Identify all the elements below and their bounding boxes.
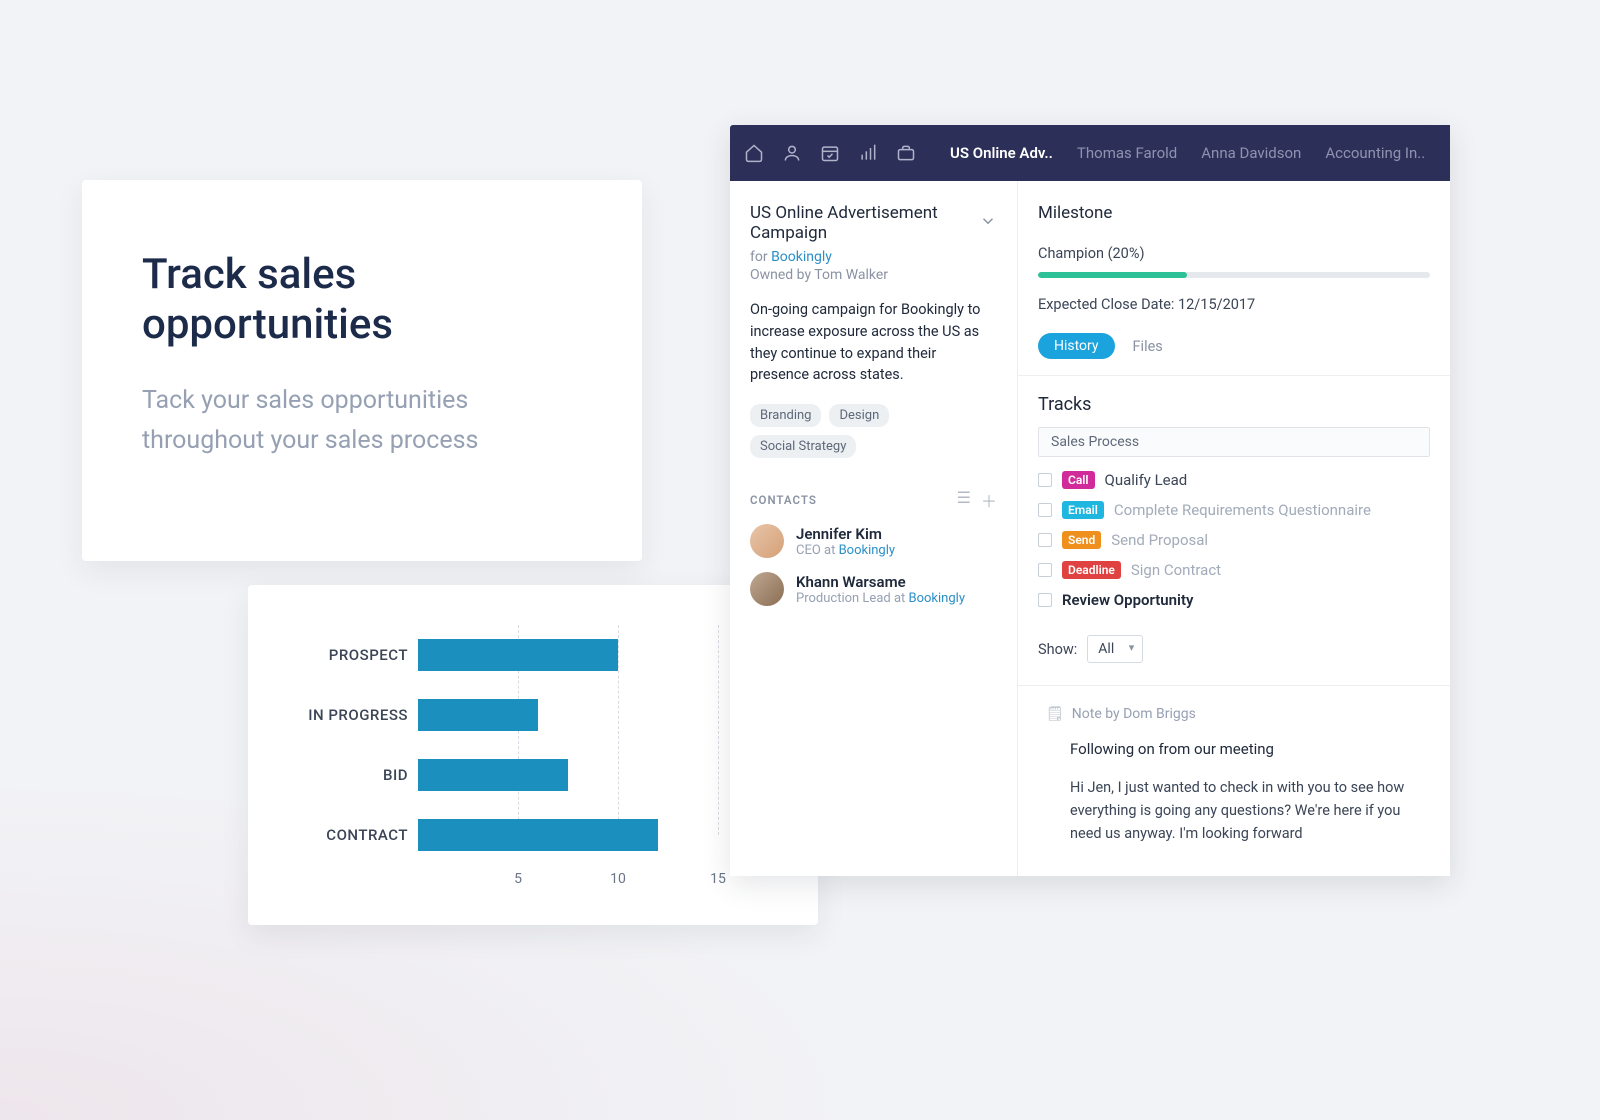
breadcrumb-item[interactable]: US Online Adv.. bbox=[950, 144, 1053, 162]
chart-tick-label: 15 bbox=[710, 871, 726, 887]
tracks-heading: Tracks bbox=[1038, 394, 1430, 415]
calendar-icon[interactable] bbox=[820, 143, 840, 163]
briefcase-icon[interactable] bbox=[896, 143, 916, 163]
avatar[interactable] bbox=[750, 524, 784, 558]
task-badge: Call bbox=[1062, 471, 1095, 489]
campaign-tag[interactable]: Branding bbox=[750, 404, 821, 427]
contact-row: Jennifer Kim CEO at Bookingly bbox=[750, 524, 997, 558]
company-link[interactable]: Bookingly bbox=[771, 249, 832, 265]
home-icon[interactable] bbox=[744, 143, 764, 163]
chart-icon[interactable] bbox=[858, 143, 878, 163]
hero-subtitle: Tack your sales opportunities throughout… bbox=[142, 381, 582, 461]
chart-category-label: IN PROGRESS bbox=[268, 706, 408, 724]
chevron-down-icon[interactable] bbox=[979, 212, 997, 234]
task-text[interactable]: Send Proposal bbox=[1111, 531, 1208, 549]
campaign-tag[interactable]: Social Strategy bbox=[750, 435, 856, 458]
task-text[interactable]: Sign Contract bbox=[1131, 561, 1221, 579]
breadcrumb-item[interactable]: Branding an bbox=[1449, 144, 1450, 162]
contact-name[interactable]: Jennifer Kim bbox=[796, 525, 895, 543]
contact-row: Khann Warsame Production Lead at Booking… bbox=[750, 572, 997, 606]
note-author: Note by Dom Briggs bbox=[1072, 706, 1196, 722]
campaign-description: On-going campaign for Bookingly to incre… bbox=[750, 299, 997, 386]
task-row: Review Opportunity bbox=[1038, 591, 1430, 609]
progress-bar bbox=[1038, 272, 1430, 278]
campaign-for: for Bookingly bbox=[750, 249, 997, 265]
avatar[interactable] bbox=[750, 572, 784, 606]
chart-category-label: CONTRACT bbox=[268, 826, 408, 844]
campaign-sidebar: US Online Advertisement Campaign for Boo… bbox=[730, 181, 1018, 876]
task-text[interactable]: Review Opportunity bbox=[1062, 591, 1193, 609]
milestone-heading: Milestone bbox=[1038, 203, 1430, 223]
task-row: Email Complete Requirements Questionnair… bbox=[1038, 501, 1430, 519]
task-badge: Deadline bbox=[1062, 561, 1121, 579]
campaign-title: US Online Advertisement Campaign bbox=[750, 203, 971, 243]
note-body: Hi Jen, I just wanted to check in with y… bbox=[1046, 776, 1430, 846]
contact-name[interactable]: Khann Warsame bbox=[796, 573, 965, 591]
hero-card: Track sales opportunities Tack your sale… bbox=[82, 180, 642, 561]
task-text[interactable]: Qualify Lead bbox=[1105, 471, 1188, 489]
task-checkbox[interactable] bbox=[1038, 533, 1052, 547]
task-row: Call Qualify Lead bbox=[1038, 471, 1430, 489]
add-contact-icon[interactable]: ＋ bbox=[981, 488, 997, 512]
chart-bar bbox=[418, 819, 658, 851]
list-icon[interactable]: ☰ bbox=[957, 488, 971, 512]
contact-role: CEO at Bookingly bbox=[796, 543, 895, 558]
chart-tick-label: 10 bbox=[610, 871, 626, 887]
chart-bar bbox=[418, 699, 538, 731]
chart-category-label: BID bbox=[268, 766, 408, 784]
breadcrumb-item[interactable]: Thomas Farold bbox=[1077, 144, 1177, 162]
show-filter-select[interactable]: All bbox=[1087, 635, 1143, 663]
crm-app-window: US Online Adv.. Thomas Farold Anna Davidso… bbox=[730, 125, 1450, 876]
breadcrumb-item[interactable]: Anna Davidson bbox=[1201, 144, 1301, 162]
campaign-owner: Owned by Tom Walker bbox=[750, 267, 997, 283]
note-icon: 🗒 bbox=[1046, 706, 1064, 722]
breadcrumb-item[interactable]: Accounting In.. bbox=[1325, 144, 1425, 162]
chart-category-label: PROSPECT bbox=[268, 646, 408, 664]
tracks-process-bar[interactable]: Sales Process bbox=[1038, 427, 1430, 457]
task-checkbox[interactable] bbox=[1038, 563, 1052, 577]
note-subject: Following on from our meeting bbox=[1046, 740, 1430, 758]
chart-bar bbox=[418, 759, 568, 791]
task-checkbox[interactable] bbox=[1038, 473, 1052, 487]
milestone-stage: Champion (20%) bbox=[1038, 245, 1430, 262]
tab-history[interactable]: History bbox=[1038, 333, 1115, 359]
campaign-detail: Milestone Champion (20%) Expected Close … bbox=[1018, 181, 1450, 876]
expected-close-date: Expected Close Date: 12/15/2017 bbox=[1038, 296, 1430, 313]
task-text[interactable]: Complete Requirements Questionnaire bbox=[1114, 501, 1371, 519]
task-badge: Email bbox=[1062, 501, 1104, 519]
campaign-tag[interactable]: Design bbox=[829, 404, 889, 427]
show-label: Show: bbox=[1038, 641, 1077, 658]
company-link[interactable]: Bookingly bbox=[909, 591, 965, 606]
app-navbar: US Online Adv.. Thomas Farold Anna Davidso… bbox=[730, 125, 1450, 181]
contact-role: Production Lead at Bookingly bbox=[796, 591, 965, 606]
hero-title: Track sales opportunities bbox=[142, 250, 582, 351]
task-badge: Send bbox=[1062, 531, 1101, 549]
chart-tick-label: 5 bbox=[514, 871, 522, 887]
task-row: Send Send Proposal bbox=[1038, 531, 1430, 549]
tab-files[interactable]: Files bbox=[1133, 338, 1163, 355]
task-checkbox[interactable] bbox=[1038, 503, 1052, 517]
person-icon[interactable] bbox=[782, 143, 802, 163]
task-row: Deadline Sign Contract bbox=[1038, 561, 1430, 579]
task-checkbox[interactable] bbox=[1038, 593, 1052, 607]
contacts-label: CONTACTS bbox=[750, 493, 817, 507]
chart-bar bbox=[418, 639, 618, 671]
company-link[interactable]: Bookingly bbox=[839, 543, 895, 558]
